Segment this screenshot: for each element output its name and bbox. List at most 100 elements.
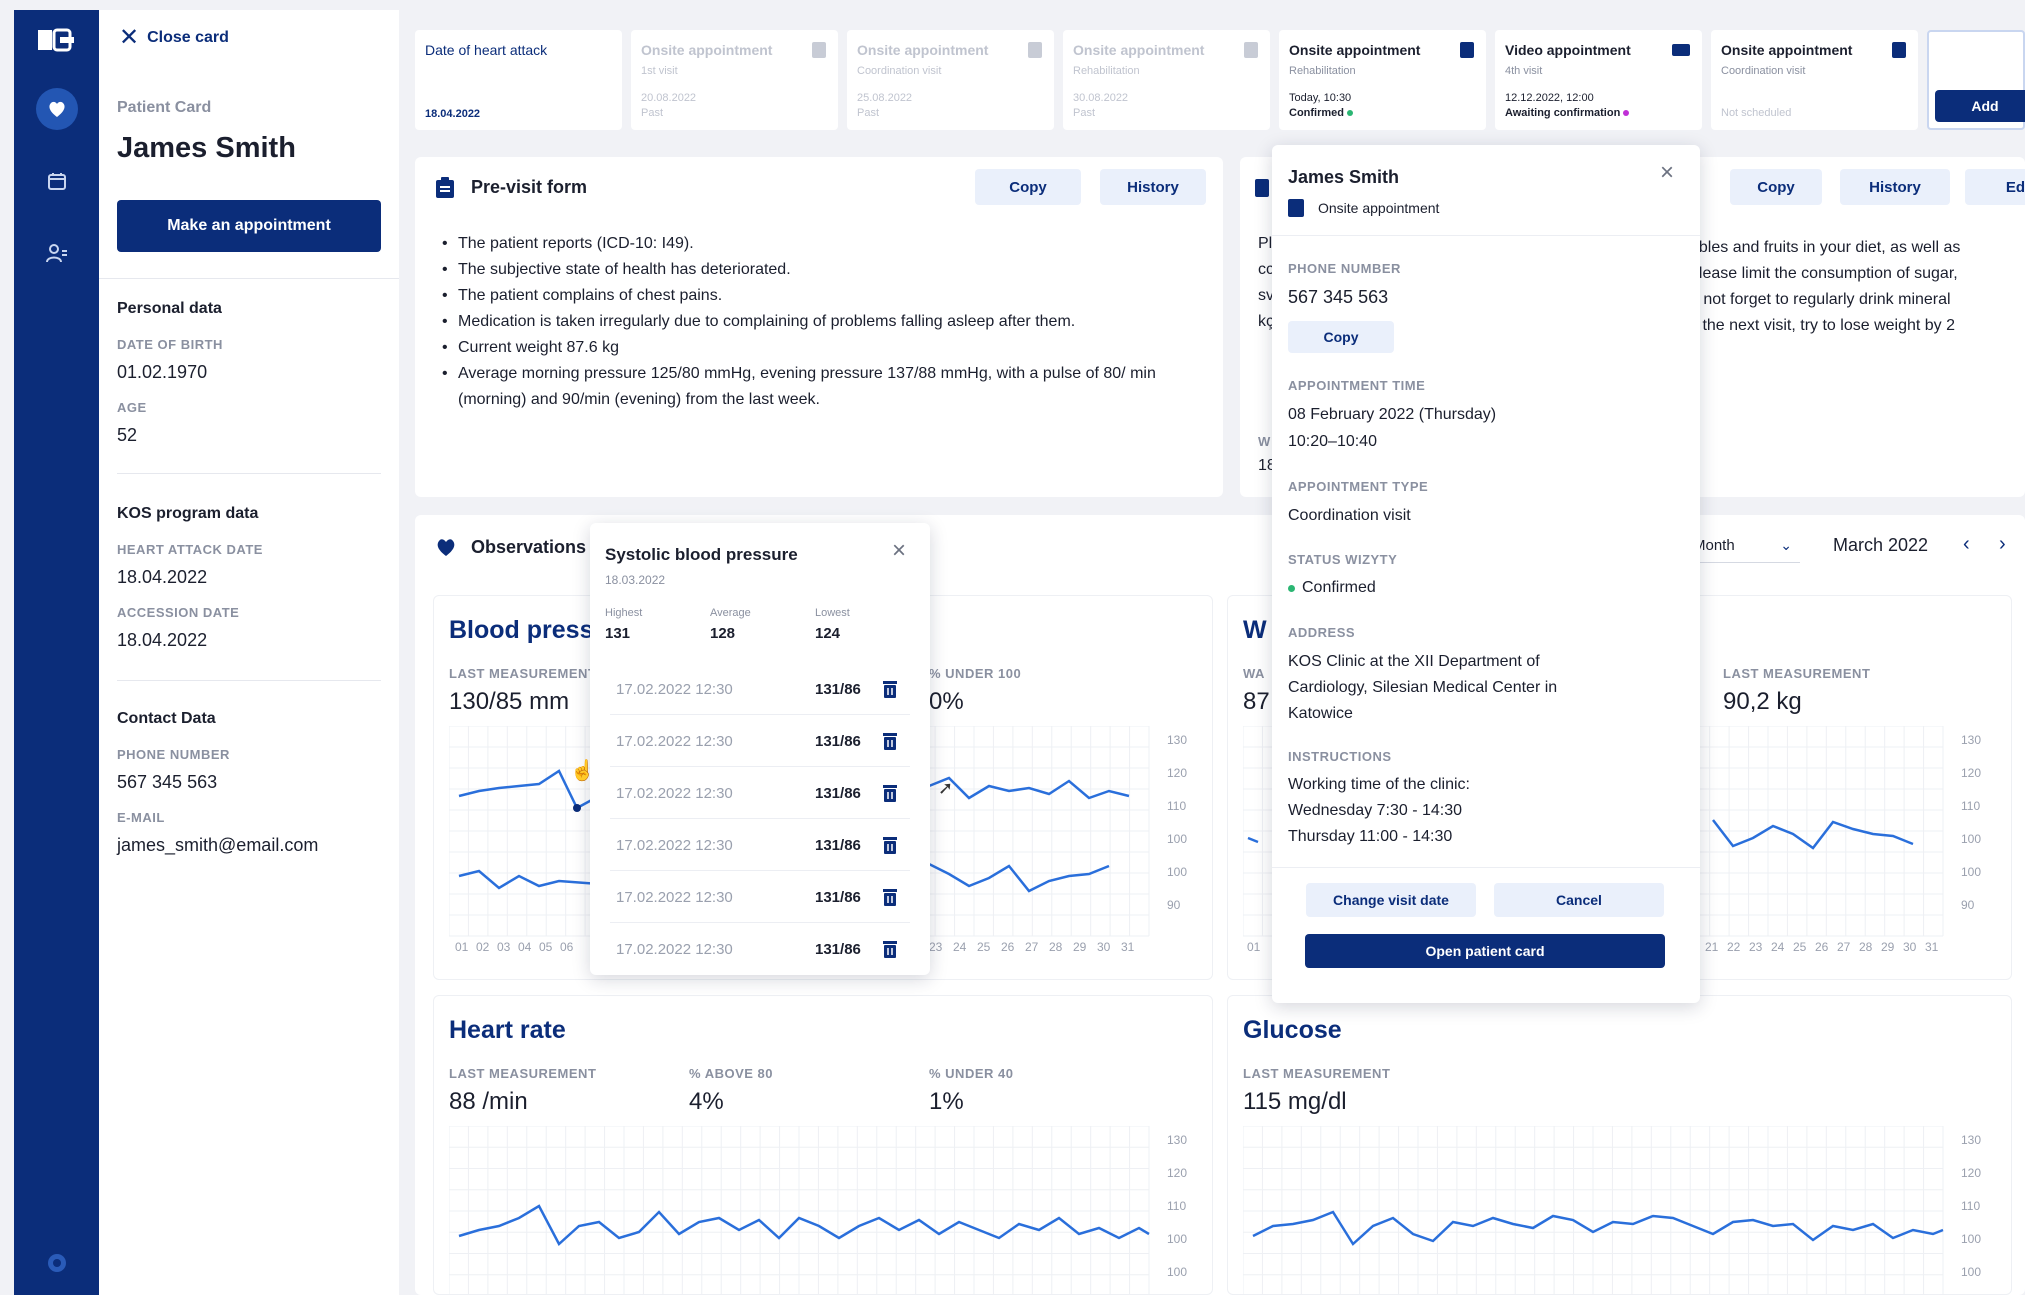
time-label: APPOINTMENT TIME xyxy=(1288,378,1426,393)
logo-icon[interactable] xyxy=(36,28,76,52)
history-button[interactable]: History xyxy=(1100,169,1206,205)
table-row: 17.02.2022 12:30 131/86 xyxy=(610,819,910,871)
appointment-card[interactable]: Onsite appointment Rehabilitation Today,… xyxy=(1279,30,1486,130)
systolic-bp-popup: Systolic blood pressure × 18.03.2022 Hig… xyxy=(590,523,930,975)
appointment-title: Date of heart attack xyxy=(425,42,548,58)
axis-label: 31 xyxy=(1925,940,1939,954)
divider xyxy=(117,473,381,474)
row-datetime: 17.02.2022 12:30 xyxy=(616,889,733,906)
history-button[interactable]: History xyxy=(1840,169,1950,205)
heart-icon[interactable] xyxy=(36,88,78,130)
add-button[interactable]: Add xyxy=(1935,90,2025,122)
chevron-left-icon[interactable]: ‹ xyxy=(1963,533,1970,556)
weight-last-label: LAST MEASUREMENT xyxy=(1723,666,1871,681)
confirmed-dot xyxy=(1347,110,1354,116)
appointment-status: Awaiting confirmation xyxy=(1505,107,1630,119)
heart-under-value: 1% xyxy=(929,1088,964,1115)
close-card-button[interactable]: ✕ Close card xyxy=(119,24,229,51)
settings-icon[interactable] xyxy=(36,1242,78,1284)
phone-label: PHONE NUMBER xyxy=(117,747,230,762)
trash-icon[interactable] xyxy=(882,783,898,803)
average-value: 128 xyxy=(710,625,736,642)
close-icon: ✕ xyxy=(119,24,140,51)
chevron-down-icon: ⌄ xyxy=(1780,537,1792,553)
axis-label: 27 xyxy=(1837,940,1851,954)
trash-icon[interactable] xyxy=(882,679,898,699)
appointment-card[interactable]: Onsite appointment 1st visit 20.08.2022 … xyxy=(631,30,838,130)
appointment-status: Past xyxy=(1073,107,1096,119)
phone-value: 567 345 563 xyxy=(117,772,218,792)
axis-label: 130 xyxy=(1167,1133,1187,1147)
axis-label: 22 xyxy=(1727,940,1741,954)
close-icon[interactable]: × xyxy=(888,539,910,563)
trash-icon[interactable] xyxy=(882,731,898,751)
axis-label: 24 xyxy=(953,940,967,954)
status-label: STATUS WIZYTY xyxy=(1288,552,1398,567)
appointment-card[interactable]: Onsite appointment Coordination visit 25… xyxy=(847,30,1054,130)
phone-value: 567 345 563 xyxy=(1288,287,1389,307)
appointment-title: Onsite appointment xyxy=(641,42,773,58)
close-card-label: Close card xyxy=(147,29,229,46)
appointment-card[interactable]: Onsite appointment Coordination visit No… xyxy=(1711,30,1918,130)
chart-grid xyxy=(449,1126,1150,1295)
appointment-card[interactable]: Onsite appointment Rehabilitation 30.08.… xyxy=(1063,30,1270,130)
divider xyxy=(117,680,381,681)
table-row: 17.02.2022 12:30 131/86 xyxy=(610,715,910,767)
weight-line xyxy=(1247,836,1259,844)
copy-phone-button[interactable]: Copy xyxy=(1288,321,1394,353)
trash-icon[interactable] xyxy=(882,835,898,855)
row-value: 131/86 xyxy=(815,785,861,802)
row-value: 131/86 xyxy=(815,733,861,750)
trash-icon[interactable] xyxy=(882,887,898,907)
measurement-list[interactable]: 17.02.2022 12:30 131/86 17.02.2022 12:30 1… xyxy=(590,663,930,963)
appointment-date: Today, 10:30 xyxy=(1289,92,1352,104)
selected-point[interactable] xyxy=(573,804,581,812)
phone-label: PHONE NUMBER xyxy=(1288,261,1401,276)
axis-label: 05 xyxy=(539,940,553,954)
cancel-visit-button[interactable]: Cancel xyxy=(1494,883,1664,917)
axis-label: 02 xyxy=(476,940,490,954)
make-appointment-button[interactable]: Make an appointment xyxy=(117,200,381,252)
appointment-status: Confirmed xyxy=(1289,107,1354,119)
status-dot xyxy=(1288,585,1295,592)
appointment-title: Onsite appointment xyxy=(857,42,989,58)
video-icon xyxy=(1672,44,1690,56)
copy-button[interactable]: Copy xyxy=(975,169,1081,205)
edit-button[interactable]: Edit xyxy=(1965,169,2025,205)
axis-label: 90 xyxy=(1961,898,1975,912)
axis-label: 100 xyxy=(1961,1232,1981,1246)
axis-label: 120 xyxy=(1961,1166,1981,1180)
close-icon[interactable]: × xyxy=(1656,161,1678,185)
period-select[interactable]: Month ⌄ xyxy=(1685,529,1800,563)
table-row: 17.02.2022 12:30 131/86 xyxy=(610,767,910,819)
axis-label: 01 xyxy=(455,940,469,954)
chevron-right-icon[interactable]: › xyxy=(1999,533,2006,556)
popup-date: 18.03.2022 xyxy=(605,573,666,587)
bp-last-label: LAST MEASUREMENT xyxy=(449,666,597,681)
trash-icon[interactable] xyxy=(882,939,898,959)
row-datetime: 17.02.2022 12:30 xyxy=(616,733,733,750)
heart-under-label: % UNDER 40 xyxy=(929,1066,1014,1081)
appointment-subtitle: 1st visit xyxy=(641,65,678,77)
email-value[interactable]: james_smith@email.com xyxy=(117,835,318,856)
bp-title: Blood press xyxy=(449,616,594,644)
appointment-card[interactable]: Date of heart attack 18.04.2022 xyxy=(415,30,622,130)
appointment-subtitle: Rehabilitation xyxy=(1289,65,1356,77)
status-value: Confirmed xyxy=(1302,579,1376,596)
appointment-card[interactable]: Video appointment 4th visit 12.12.2022, … xyxy=(1495,30,1702,130)
patients-icon[interactable] xyxy=(36,232,78,274)
kos-data-title: KOS program data xyxy=(117,505,259,522)
appointment-subtitle: Rehabilitation xyxy=(1073,65,1140,77)
calendar-icon[interactable] xyxy=(36,160,78,202)
copy-button[interactable]: Copy xyxy=(1730,169,1822,205)
awaiting-dot xyxy=(1623,110,1630,116)
instructions-line: Wednesday 7:30 - 14:30 xyxy=(1288,802,1463,819)
bp-diastolic-line xyxy=(928,862,1110,893)
email-label: E-MAIL xyxy=(117,810,165,825)
heart-last-value: 88 /min xyxy=(449,1088,528,1115)
open-patient-card-button[interactable]: Open patient card xyxy=(1305,934,1665,968)
document-icon xyxy=(1255,179,1269,197)
change-visit-date-button[interactable]: Change visit date xyxy=(1306,883,1476,917)
axis-label: 100 xyxy=(1961,832,1981,846)
observations-title: Observations xyxy=(471,537,587,557)
